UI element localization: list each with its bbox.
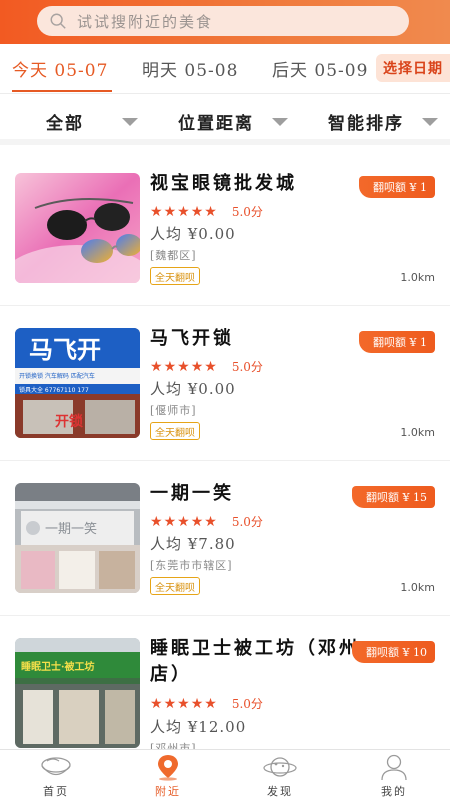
area-label: [邓州市]	[150, 742, 197, 749]
nav-home[interactable]: 首页	[0, 750, 112, 800]
lock-phone-text: 锁具大全 67767110 177	[19, 386, 89, 394]
rating-score: 5.0分	[231, 360, 263, 374]
distance-label: 1.0km	[400, 271, 435, 284]
merchant-name: 视宝眼镜批发城	[150, 173, 297, 194]
nav-nearby[interactable]: 附近	[112, 750, 224, 800]
area-label: [魏都区]	[150, 249, 197, 262]
cashback-badge: 翻呗额 ¥ 10	[352, 641, 435, 663]
bottom-nav: 首页 附近 发现 我的	[0, 749, 450, 800]
rating-score: 5.0分	[231, 515, 263, 529]
star-icon: ★	[150, 513, 163, 530]
distance-label: 1.0km	[400, 426, 435, 439]
pick-date-button[interactable]: 选择日期	[376, 54, 450, 82]
star-icon: ★	[204, 358, 217, 375]
sunglasses-photo	[15, 173, 140, 283]
filter-distance[interactable]: 位置距离	[178, 109, 288, 134]
filter-all[interactable]: 全部	[46, 109, 138, 134]
avg-price: 人均 ¥0.00	[150, 380, 236, 398]
all-day-tag: 全天翻呗	[150, 267, 200, 285]
star-icon: ★	[163, 203, 177, 220]
filter-sort[interactable]: 智能排序	[328, 109, 438, 134]
nav-discover[interactable]: 发现	[224, 750, 336, 800]
merchant-list: 视宝眼镜批发城 翻呗额 ¥ 1 ★ ★ ★ ★ ★ 5.0分 人均 ¥0.00 [魏都区…	[0, 151, 450, 749]
star-icon: ★	[204, 513, 217, 530]
date-tabs: 今天 05-07 明天 05-08 后天 05-09 选择日期	[0, 44, 450, 94]
star-icon: ★	[177, 203, 190, 220]
cashback-badge: 翻呗额 ¥ 15	[352, 486, 435, 508]
star-icon: ★	[190, 513, 204, 530]
cashback-badge: 翻呗额 ¥ 1	[359, 331, 435, 353]
nav-nearby-label: 附近	[155, 785, 181, 798]
tab-today[interactable]: 今天 05-07	[12, 56, 108, 81]
rating-stars: ★ ★ ★ ★ ★ 5.0分	[150, 358, 263, 375]
rating-score: 5.0分	[231, 697, 263, 711]
avg-price: 人均 ¥12.00	[150, 718, 247, 736]
star-icon: ★	[190, 203, 204, 220]
avg-price: 人均 ¥7.80	[150, 535, 236, 553]
store-sign-text: 一期一笑	[45, 521, 97, 537]
rating-stars: ★ ★ ★ ★ ★ 5.0分	[150, 513, 263, 530]
star-icon: ★	[177, 513, 190, 530]
filter-distance-label: 位置距离	[178, 114, 254, 134]
tab-day-after-tomorrow[interactable]: 后天 05-09	[272, 56, 368, 81]
nav-mine[interactable]: 我的	[338, 750, 450, 800]
lock-sub-text: 开锁换锁 汽车解码 匹配汽车	[19, 372, 95, 380]
lock-lower-text: 开锁	[55, 413, 83, 430]
star-icon: ★	[163, 695, 177, 712]
nav-home-label: 首页	[43, 785, 69, 798]
star-icon: ★	[177, 358, 190, 375]
active-tab-indicator	[12, 90, 112, 92]
merchant-name: 一期一笑	[150, 483, 234, 504]
area-label: [东莞市市辖区]	[150, 559, 233, 572]
rating-score: 5.0分	[231, 205, 263, 219]
list-item[interactable]: 睡眠卫士·被工坊 睡眠卫士被工坊（邓州店） 翻呗额 ¥ 10 ★ ★ ★ ★ ★ 5.0…	[0, 616, 450, 749]
storefront-photo: 一期一笑	[15, 483, 140, 593]
star-icon: ★	[150, 358, 163, 375]
area-label: [偃师市]	[150, 404, 197, 417]
filter-sort-label: 智能排序	[328, 114, 404, 134]
list-item[interactable]: 视宝眼镜批发城 翻呗额 ¥ 1 ★ ★ ★ ★ ★ 5.0分 人均 ¥0.00 [魏都区…	[0, 151, 450, 306]
lock-sign-text: 马飞开	[29, 335, 101, 364]
distance-label: 1.0km	[400, 581, 435, 594]
merchant-name: 马飞开锁	[150, 328, 234, 349]
star-icon: ★	[163, 358, 177, 375]
nav-mine-label: 我的	[381, 785, 407, 798]
location-pin-icon	[158, 755, 178, 781]
star-icon: ★	[150, 695, 163, 712]
lock-shop-photo: 马飞开 开锁换锁 汽车解码 匹配汽车 锁具大全 67767110 177 开锁	[15, 328, 140, 438]
top-header: 试试搜附近的美食	[0, 0, 450, 44]
rating-stars: ★ ★ ★ ★ ★ 5.0分	[150, 203, 263, 220]
star-icon: ★	[150, 203, 163, 220]
star-icon: ★	[190, 358, 204, 375]
filter-all-label: 全部	[46, 114, 84, 134]
merchant-name: 睡眠卫士被工坊（邓州店）	[150, 638, 360, 685]
bed-sign-text: 睡眠卫士·被工坊	[21, 660, 94, 673]
all-day-tag: 全天翻呗	[150, 422, 200, 440]
nav-discover-label: 发现	[267, 785, 293, 798]
planet-icon	[263, 757, 297, 777]
search-input[interactable]: 试试搜附近的美食	[37, 6, 409, 36]
star-icon: ★	[204, 203, 217, 220]
all-day-tag: 全天翻呗	[150, 577, 200, 595]
user-icon	[381, 754, 407, 781]
cashback-badge: 翻呗额 ¥ 1	[359, 176, 435, 198]
avg-price: 人均 ¥0.00	[150, 225, 236, 243]
chevron-down-icon	[122, 117, 138, 126]
list-item[interactable]: 一期一笑 一期一笑 翻呗额 ¥ 15 ★ ★ ★ ★ ★ 5.0分 人均 ¥7.80 […	[0, 461, 450, 616]
star-icon: ★	[190, 695, 204, 712]
star-icon: ★	[163, 513, 177, 530]
rating-stars: ★ ★ ★ ★ ★ 5.0分	[150, 695, 263, 712]
filter-bar: 全部 位置距离 智能排序	[0, 95, 450, 145]
search-placeholder: 试试搜附近的美食	[77, 12, 214, 31]
bedding-shop-photo: 睡眠卫士·被工坊	[15, 638, 140, 748]
chevron-down-icon	[422, 117, 438, 126]
star-icon: ★	[204, 695, 217, 712]
bowl-icon	[41, 757, 71, 776]
list-item[interactable]: 马飞开 开锁换锁 汽车解码 匹配汽车 锁具大全 67767110 177 开锁 …	[0, 306, 450, 461]
star-icon: ★	[177, 695, 190, 712]
chevron-down-icon	[272, 117, 288, 126]
tab-tomorrow[interactable]: 明天 05-08	[142, 56, 238, 81]
search-icon	[50, 13, 66, 29]
